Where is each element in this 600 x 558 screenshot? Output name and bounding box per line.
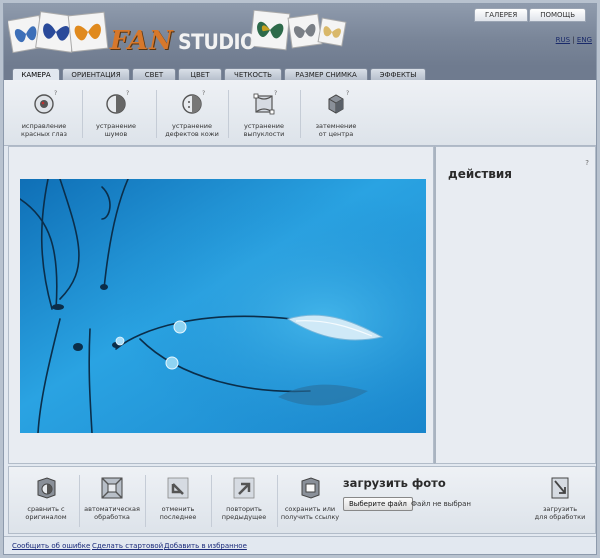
help-icon[interactable]: ? bbox=[126, 90, 129, 97]
logo-studio-text: STUDIO bbox=[178, 30, 256, 54]
help-icon[interactable]: ? bbox=[346, 90, 349, 97]
auto-icon bbox=[101, 477, 123, 499]
undo-label: отменить последнее bbox=[159, 505, 197, 521]
make-start-link[interactable]: Сделать стартовой bbox=[92, 542, 163, 550]
tab-effects[interactable]: ЭФФЕКТЫ bbox=[370, 68, 426, 80]
tab-help[interactable]: ПОМОЩЬ bbox=[529, 8, 586, 22]
save-link-button[interactable]: сохранить или получить ссылку bbox=[277, 475, 343, 521]
auto-label: автоматическая обработка bbox=[84, 505, 140, 521]
tool-label: затемнение от центра bbox=[315, 122, 357, 138]
load-icon bbox=[551, 477, 569, 499]
save-icon bbox=[301, 477, 320, 499]
bulge-icon bbox=[253, 93, 275, 115]
redo-icon bbox=[233, 477, 255, 499]
noise-icon bbox=[106, 94, 126, 114]
redo-label: повторить предыдущее bbox=[221, 505, 267, 521]
redo-button[interactable]: повторить предыдущее bbox=[211, 475, 277, 521]
help-icon[interactable]: ? bbox=[585, 159, 589, 167]
load-for-processing-button[interactable]: загрузить для обработки bbox=[527, 475, 593, 521]
red-eye-icon bbox=[34, 94, 54, 114]
tab-orientation[interactable]: ОРИЕНТАЦИЯ bbox=[62, 68, 130, 80]
skin-icon bbox=[182, 94, 202, 114]
choose-file-button[interactable]: Выберите файл bbox=[343, 497, 413, 511]
photo-preview[interactable] bbox=[20, 179, 426, 433]
upload-title: загрузить фото bbox=[343, 476, 446, 490]
tab-light[interactable]: СВЕТ bbox=[132, 68, 176, 80]
help-icon[interactable]: ? bbox=[54, 90, 57, 97]
editor-canvas bbox=[8, 146, 434, 464]
file-status: Файл не выбран bbox=[411, 500, 471, 508]
tab-image-size[interactable]: РАЗМЕР СНИМКА bbox=[284, 68, 368, 80]
bottom-toolbar: сравнить с оригиналом автоматическая обр… bbox=[8, 466, 596, 534]
tool-red-eye[interactable]: ? исправление красных глаз bbox=[8, 90, 80, 138]
tool-skin[interactable]: ? устранение дефектов кожи bbox=[156, 90, 228, 138]
language-switch: RUS | ENG bbox=[556, 36, 592, 44]
add-favorites-link[interactable]: Добавить в избранное bbox=[164, 542, 247, 550]
tab-gallery[interactable]: ГАЛЕРЕЯ bbox=[473, 8, 529, 22]
actions-title: действия bbox=[448, 167, 513, 181]
logo: FAN STUDIO bbox=[8, 10, 348, 62]
category-tabs: КАМЕРА ОРИЕНТАЦИЯ СВЕТ ЦВЕТ ЧЕТКОСТЬ РАЗ… bbox=[4, 66, 596, 81]
vignette-icon bbox=[328, 94, 344, 114]
undo-button[interactable]: отменить последнее bbox=[145, 475, 211, 521]
report-error-link[interactable]: Сообщить об ошибке bbox=[12, 542, 90, 550]
tab-color[interactable]: ЦВЕТ bbox=[178, 68, 222, 80]
footer: Сообщить об ошибке Сделать стартовой Доб… bbox=[4, 536, 596, 554]
help-icon[interactable]: ? bbox=[274, 90, 277, 97]
tool-label: устранение шумов bbox=[95, 122, 137, 138]
save-label: сохранить или получить ссылку bbox=[280, 505, 340, 521]
tool-vignette[interactable]: ? затемнение от центра bbox=[300, 90, 372, 138]
actions-panel: ? действия bbox=[434, 146, 596, 464]
undo-icon bbox=[167, 477, 189, 499]
help-icon[interactable]: ? bbox=[202, 90, 205, 97]
tool-noise[interactable]: ? устранение шумов bbox=[80, 90, 152, 138]
tools-toolbar: ? исправление красных глаз ? устранение … bbox=[4, 80, 596, 146]
compare-icon bbox=[37, 477, 56, 499]
tool-label: устранение дефектов кожи bbox=[165, 122, 219, 138]
tool-label: устранение выпуклости bbox=[243, 122, 285, 138]
compare-label: сравнить с оригиналом bbox=[25, 505, 67, 521]
tab-sharpness[interactable]: ЧЕТКОСТЬ bbox=[224, 68, 282, 80]
app-window: FAN STUDIO ГАЛЕРЕЯ ПОМОЩЬ RUS | ENG КАМЕ… bbox=[3, 3, 597, 555]
auto-process-button[interactable]: автоматическая обработка bbox=[79, 475, 145, 521]
lang-eng-link[interactable]: ENG bbox=[577, 36, 592, 44]
top-nav: ГАЛЕРЕЯ ПОМОЩЬ bbox=[473, 8, 586, 22]
header: FAN STUDIO ГАЛЕРЕЯ ПОМОЩЬ RUS | ENG bbox=[4, 4, 596, 66]
lang-rus-link[interactable]: RUS bbox=[556, 36, 570, 44]
lang-separator: | bbox=[572, 36, 575, 44]
tool-bulge[interactable]: ? устранение выпуклости bbox=[228, 90, 300, 138]
tool-label: исправление красных глаз bbox=[21, 122, 67, 138]
logo-fan-text: FAN bbox=[110, 26, 174, 56]
load-label: загрузить для обработки bbox=[534, 505, 586, 521]
compare-button[interactable]: сравнить с оригиналом bbox=[13, 475, 79, 521]
